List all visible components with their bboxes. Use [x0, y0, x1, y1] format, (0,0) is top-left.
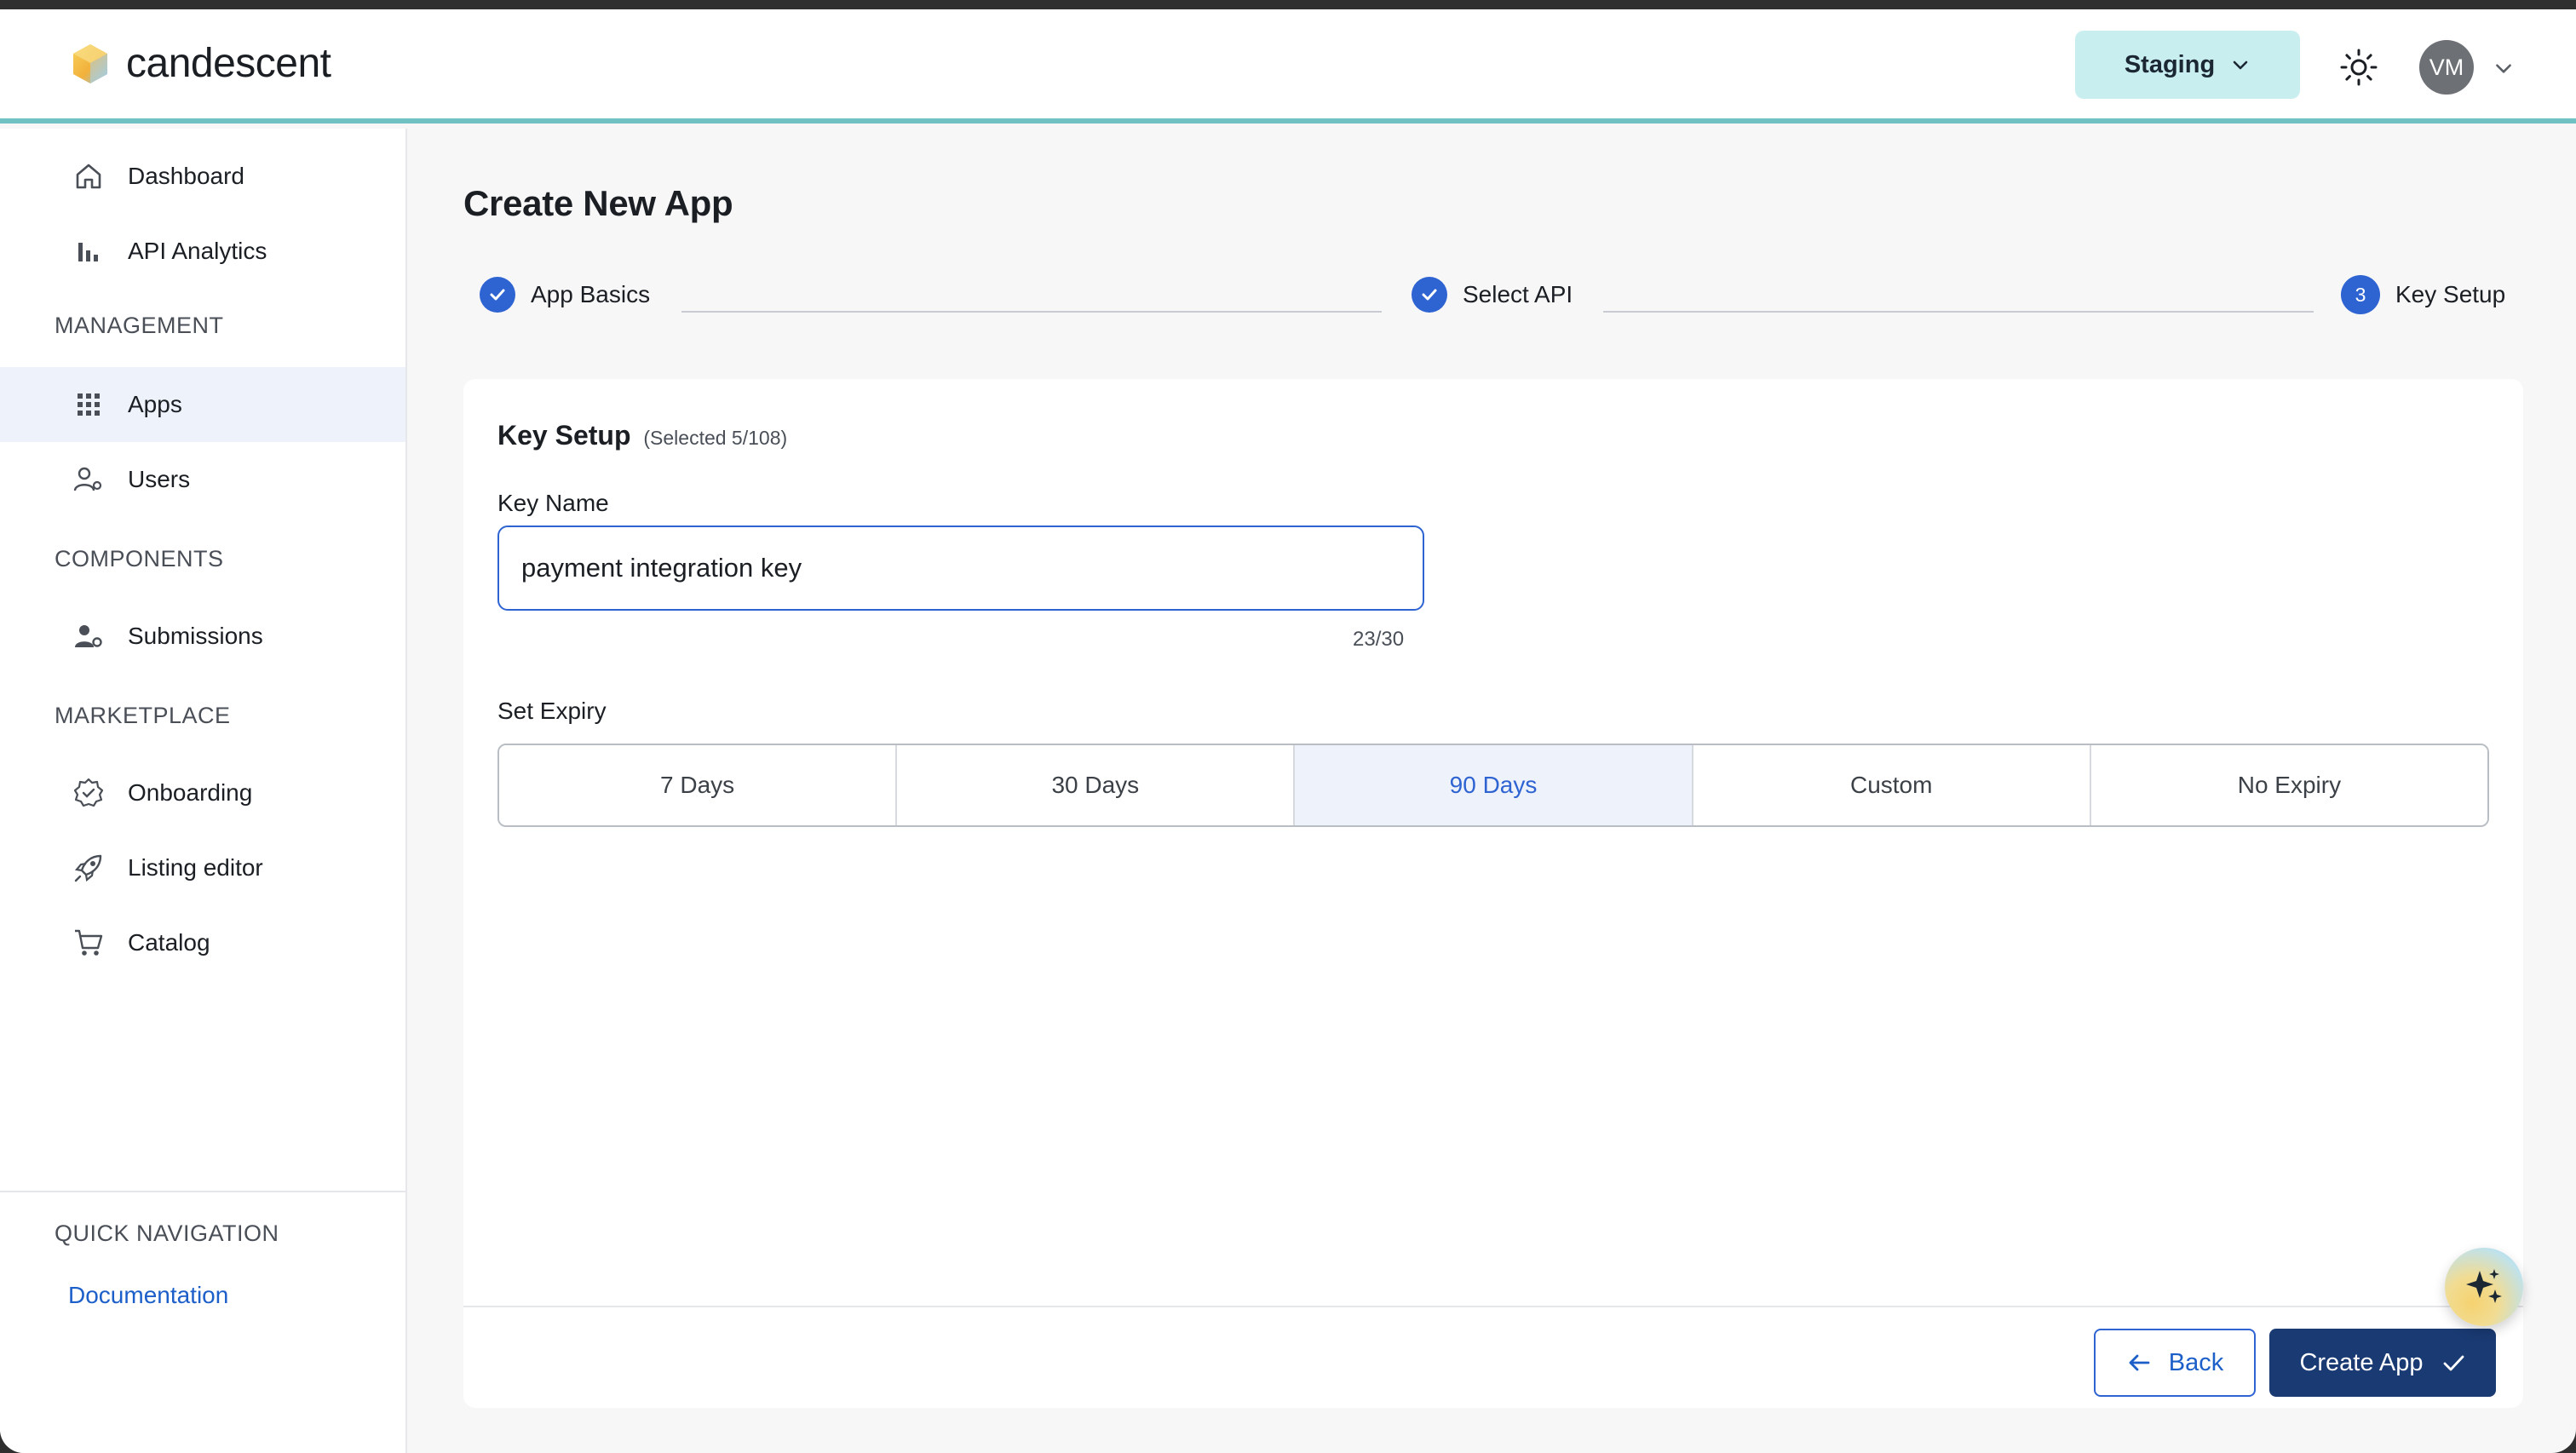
brand-logo[interactable]: candescent [72, 40, 331, 87]
card-title-text: Key Setup [497, 420, 631, 451]
sidebar-item-listing-editor[interactable]: Listing editor [0, 830, 405, 905]
bar-chart-icon [72, 234, 106, 268]
sidebar-divider [0, 1191, 405, 1192]
check-circle-icon [1412, 277, 1447, 313]
key-setup-card: Key Setup (Selected 5/108) Key Name 23/3… [463, 379, 2523, 1408]
environment-label: Staging [2124, 50, 2216, 78]
user-avatar[interactable]: VM [2419, 40, 2474, 95]
sidebar-item-users[interactable]: Users [0, 442, 405, 517]
card-footer-divider [463, 1306, 2523, 1307]
grid-icon [72, 388, 106, 422]
chevron-down-icon [2233, 60, 2248, 70]
sidebar-item-label: Onboarding [128, 779, 253, 806]
home-icon [72, 159, 106, 193]
expiry-option-90-days[interactable]: 90 Days [1295, 745, 1693, 825]
expiry-option-30-days[interactable]: 30 Days [897, 745, 1296, 825]
expiry-segmented-control: 7 Days 30 Days 90 Days Custom No Expiry [497, 744, 2489, 827]
section-quick-navigation: QUICK NAVIGATION [55, 1220, 279, 1246]
checkmark-icon [2443, 1355, 2464, 1371]
app-window: candescent Staging VM Dashboard API Anal… [0, 9, 2576, 1453]
ai-assistant-button[interactable] [2445, 1248, 2523, 1326]
section-components: COMPONENTS [55, 546, 224, 571]
environment-dropdown[interactable]: Staging [2075, 31, 2300, 99]
avatar-initials: VM [2429, 54, 2464, 80]
step-label: Key Setup [2395, 281, 2506, 307]
set-expiry-label: Set Expiry [497, 698, 607, 724]
documentation-link[interactable]: Documentation [68, 1282, 228, 1309]
character-counter: 23/30 [1353, 628, 1405, 651]
sidebar-item-label: Listing editor [128, 854, 263, 881]
step-connector [1603, 311, 2314, 313]
user-gear-icon [72, 462, 106, 497]
expiry-option-7-days[interactable]: 7 Days [499, 745, 898, 825]
top-header: candescent Staging VM [0, 9, 2576, 123]
sun-icon[interactable] [2339, 48, 2378, 87]
brand-name: candescent [126, 41, 331, 86]
sidebar-item-label: Catalog [128, 929, 210, 956]
badge-check-icon [72, 776, 106, 810]
create-app-button[interactable]: Create App [2269, 1329, 2496, 1397]
back-button-label: Back [2168, 1348, 2224, 1376]
sidebar-item-label: Users [128, 466, 191, 492]
arrow-left-icon [2129, 1354, 2150, 1371]
card-title: Key Setup (Selected 5/108) [497, 420, 787, 451]
expiry-option-no-expiry[interactable]: No Expiry [2090, 745, 2487, 825]
sidebar-item-apps[interactable]: Apps [0, 367, 405, 442]
step-select-api[interactable]: Select API [1412, 277, 1573, 313]
sidebar-item-catalog[interactable]: Catalog [0, 905, 405, 980]
sidebar-item-onboarding[interactable]: Onboarding [0, 755, 405, 830]
rocket-icon [72, 851, 106, 885]
sidebar-item-label: Apps [128, 391, 182, 417]
sparkles-icon [2466, 1269, 2502, 1303]
card-subtitle: (Selected 5/108) [643, 427, 788, 449]
page-title: Create New App [463, 183, 733, 223]
key-name-input[interactable] [497, 525, 1424, 611]
sidebar-item-label: Submissions [128, 623, 263, 649]
wizard-stepper: App Basics Select API 3 Key Setup [0, 273, 2576, 324]
step-label: App Basics [531, 281, 651, 307]
step-key-setup[interactable]: 3 Key Setup [2341, 275, 2505, 314]
step-label: Select API [1463, 281, 1573, 307]
expiry-option-custom[interactable]: Custom [1693, 745, 2091, 825]
step-app-basics[interactable]: App Basics [480, 277, 650, 313]
chevron-down-icon[interactable] [2493, 57, 2515, 79]
sidebar-item-submissions[interactable]: Submissions [0, 599, 405, 674]
step-connector [681, 311, 1382, 313]
create-app-button-label: Create App [2299, 1348, 2424, 1376]
sidebar-item-dashboard[interactable]: Dashboard [0, 139, 405, 214]
back-button[interactable]: Back [2094, 1329, 2256, 1397]
step-number: 3 [2341, 275, 2380, 314]
sidebar-item-label: API Analytics [128, 238, 267, 264]
user-settings-icon [72, 619, 106, 653]
section-marketplace: MARKETPLACE [55, 703, 231, 728]
check-circle-icon [480, 277, 515, 313]
logo-hexagon-icon [73, 43, 107, 83]
sidebar-item-label: Dashboard [128, 163, 244, 189]
cart-icon [72, 926, 106, 960]
key-name-label: Key Name [497, 490, 609, 516]
sidebar: Dashboard API Analytics MANAGEMENT Apps [0, 129, 407, 1453]
